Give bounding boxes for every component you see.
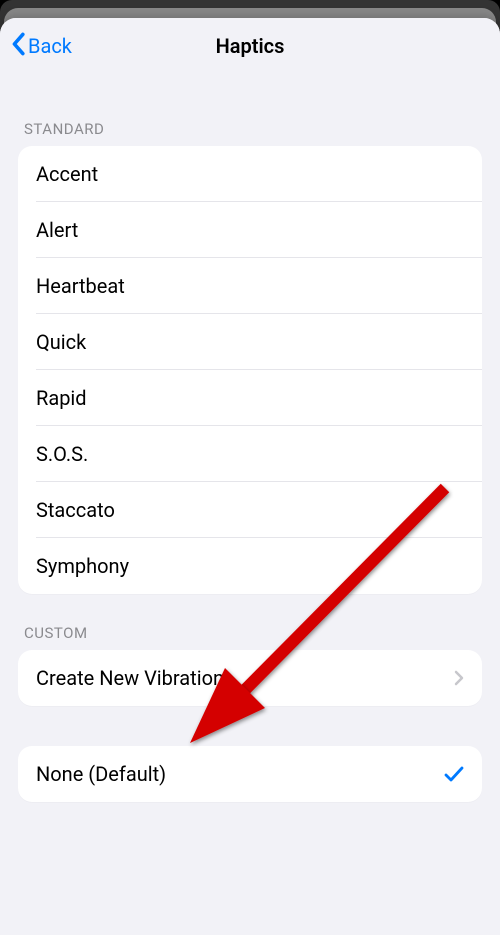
nav-bar: Back Haptics [0, 18, 500, 74]
row-label: Heartbeat [36, 274, 464, 298]
haptic-option-heartbeat[interactable]: Heartbeat [18, 258, 482, 314]
chevron-left-icon [10, 32, 28, 61]
custom-group: Create New Vibration [18, 650, 482, 706]
haptic-option-alert[interactable]: Alert [18, 202, 482, 258]
haptic-option-none[interactable]: None (Default) [18, 746, 482, 802]
chevron-right-icon [454, 670, 464, 686]
create-new-vibration[interactable]: Create New Vibration [18, 650, 482, 706]
row-label: Staccato [36, 498, 464, 522]
haptic-option-quick[interactable]: Quick [18, 314, 482, 370]
row-label: Quick [36, 330, 464, 354]
row-label: S.O.S. [36, 442, 464, 466]
page-title: Haptics [216, 34, 285, 58]
section-header-custom: CUSTOM [24, 624, 482, 642]
haptic-option-symphony[interactable]: Symphony [18, 538, 482, 594]
row-label: Rapid [36, 386, 464, 410]
standard-group: Accent Alert Heartbeat Quick Rapid S.O.S… [18, 146, 482, 594]
row-label: Symphony [36, 554, 464, 578]
settings-sheet: Back Haptics STANDARD Accent Alert Heart… [0, 18, 500, 935]
default-group: None (Default) [18, 746, 482, 802]
row-label: Create New Vibration [36, 666, 454, 690]
checkmark-icon [444, 765, 464, 783]
back-button[interactable]: Back [10, 18, 72, 74]
haptic-option-staccato[interactable]: Staccato [18, 482, 482, 538]
content: STANDARD Accent Alert Heartbeat Quick Ra… [0, 120, 500, 802]
haptic-option-rapid[interactable]: Rapid [18, 370, 482, 426]
row-label: None (Default) [36, 762, 444, 786]
row-label: Alert [36, 218, 464, 242]
back-label: Back [28, 34, 72, 58]
section-header-standard: STANDARD [24, 120, 482, 138]
haptic-option-accent[interactable]: Accent [18, 146, 482, 202]
row-label: Accent [36, 162, 464, 186]
haptic-option-sos[interactable]: S.O.S. [18, 426, 482, 482]
